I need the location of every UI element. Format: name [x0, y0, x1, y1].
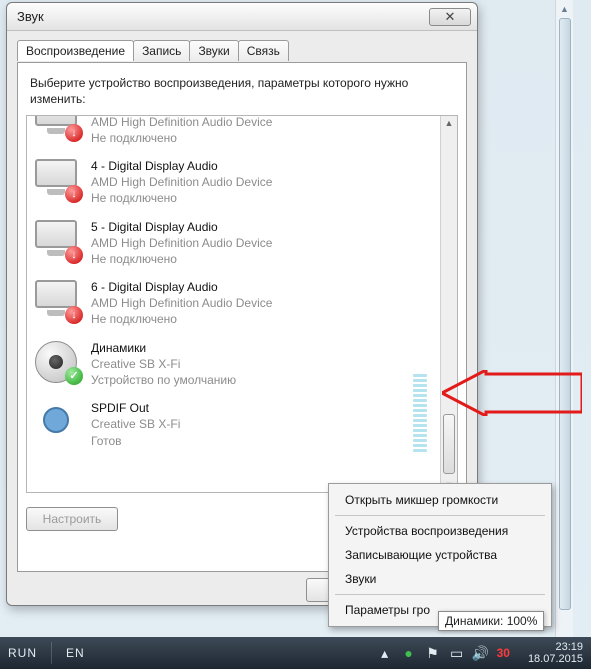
- display-device-icon: [35, 159, 81, 201]
- scroll-up-icon: ▲: [445, 118, 454, 128]
- tray-context-menu: Открыть микшер громкости Устройства восп…: [328, 483, 552, 627]
- device-item[interactable]: 5 - Digital Display Audio AMD High Defin…: [27, 214, 440, 275]
- system-tray: ▴ ● ⚑ ▭ 🔊 30 23:19 18.07.2015: [377, 641, 583, 665]
- scrollbar-thumb[interactable]: [559, 18, 571, 610]
- tab-playback[interactable]: Воспроизведение: [17, 40, 134, 61]
- device-desc: AMD High Definition Audio Device: [91, 174, 272, 190]
- instruction-text: Выберите устройство воспроизведения, пар…: [30, 75, 458, 107]
- device-status: Не подключено: [91, 130, 272, 146]
- spdif-device-icon: [35, 401, 81, 443]
- device-item[interactable]: Динамики Creative SB X-Fi Устройство по …: [27, 335, 440, 396]
- device-desc: AMD High Definition Audio Device: [91, 235, 272, 251]
- menu-recording-devices[interactable]: Записывающие устройства: [331, 543, 549, 567]
- tray-volume-icon[interactable]: 🔊: [473, 645, 489, 661]
- device-status: Не подключено: [91, 311, 272, 327]
- taskbar-clock[interactable]: 23:19 18.07.2015: [528, 641, 583, 665]
- menu-playback-devices[interactable]: Устройства воспроизведения: [331, 519, 549, 543]
- volume-meter: [413, 374, 427, 452]
- menu-separator: [335, 515, 545, 516]
- device-item[interactable]: 4 - Digital Display Audio AMD High Defin…: [27, 153, 440, 214]
- list-scrollbar[interactable]: ▲ ▼: [440, 116, 457, 492]
- close-icon: ✕: [445, 9, 456, 25]
- display-device-icon: [35, 116, 81, 140]
- device-name: 6 - Digital Display Audio: [91, 279, 272, 295]
- taskbar-app-label[interactable]: RUN: [8, 646, 37, 660]
- device-status: Не подключено: [91, 251, 272, 267]
- device-name: SPDIF Out: [91, 400, 180, 416]
- menu-separator: [335, 594, 545, 595]
- display-device-icon: [35, 280, 81, 322]
- device-status: Устройство по умолчанию: [91, 372, 236, 388]
- configure-button[interactable]: Настроить: [26, 507, 118, 531]
- tab-communications[interactable]: Связь: [238, 40, 289, 61]
- close-button[interactable]: ✕: [429, 8, 471, 26]
- error-badge-icon: [65, 246, 83, 264]
- device-status: Не подключено: [91, 190, 272, 206]
- tabs: Воспроизведение Запись Звуки Связь: [17, 40, 467, 61]
- device-item[interactable]: SPDIF Out Creative SB X-Fi Готов: [27, 395, 440, 456]
- device-desc: Creative SB X-Fi: [91, 416, 180, 432]
- device-item[interactable]: 3 - Digital Display Audio AMD High Defin…: [27, 116, 440, 153]
- tray-battery-icon[interactable]: ▭: [449, 645, 465, 661]
- outer-scrollbar[interactable]: ▲: [555, 0, 573, 640]
- device-list[interactable]: 3 - Digital Display Audio AMD High Defin…: [27, 116, 440, 492]
- tray-status-icon[interactable]: ●: [401, 645, 417, 661]
- device-list-box: 3 - Digital Display Audio AMD High Defin…: [26, 115, 458, 493]
- device-name: Динамики: [91, 340, 236, 356]
- taskbar[interactable]: RUN EN ▴ ● ⚑ ▭ 🔊 30 23:19 18.07.2015: [0, 637, 591, 669]
- scroll-up-icon: ▲: [560, 4, 569, 14]
- display-device-icon: [35, 220, 81, 262]
- tab-sounds[interactable]: Звуки: [189, 40, 238, 61]
- error-badge-icon: [65, 185, 83, 203]
- tray-indicator[interactable]: 30: [497, 646, 510, 660]
- device-status: Готов: [91, 433, 180, 449]
- clock-time: 23:19: [528, 641, 583, 653]
- device-item[interactable]: 6 - Digital Display Audio AMD High Defin…: [27, 274, 440, 335]
- window-title: Звук: [17, 9, 429, 24]
- menu-sounds[interactable]: Звуки: [331, 567, 549, 591]
- device-desc: AMD High Definition Audio Device: [91, 295, 272, 311]
- device-desc: AMD High Definition Audio Device: [91, 116, 272, 129]
- titlebar[interactable]: Звук ✕: [7, 3, 477, 31]
- device-name: 4 - Digital Display Audio: [91, 158, 272, 174]
- menu-open-mixer[interactable]: Открыть микшер громкости: [331, 488, 549, 512]
- volume-tooltip: Динамики: 100%: [438, 611, 544, 631]
- device-name: 5 - Digital Display Audio: [91, 219, 272, 235]
- error-badge-icon: [65, 124, 83, 142]
- error-badge-icon: [65, 306, 83, 324]
- speaker-device-icon: [35, 341, 81, 383]
- scrollbar-thumb[interactable]: [443, 414, 455, 474]
- default-badge-icon: [65, 367, 83, 385]
- tab-recording[interactable]: Запись: [133, 40, 190, 61]
- device-desc: Creative SB X-Fi: [91, 356, 236, 372]
- language-indicator[interactable]: EN: [66, 646, 85, 660]
- clock-date: 18.07.2015: [528, 653, 583, 665]
- tray-flag-icon[interactable]: ⚑: [425, 645, 441, 661]
- tray-up-icon[interactable]: ▴: [377, 645, 393, 661]
